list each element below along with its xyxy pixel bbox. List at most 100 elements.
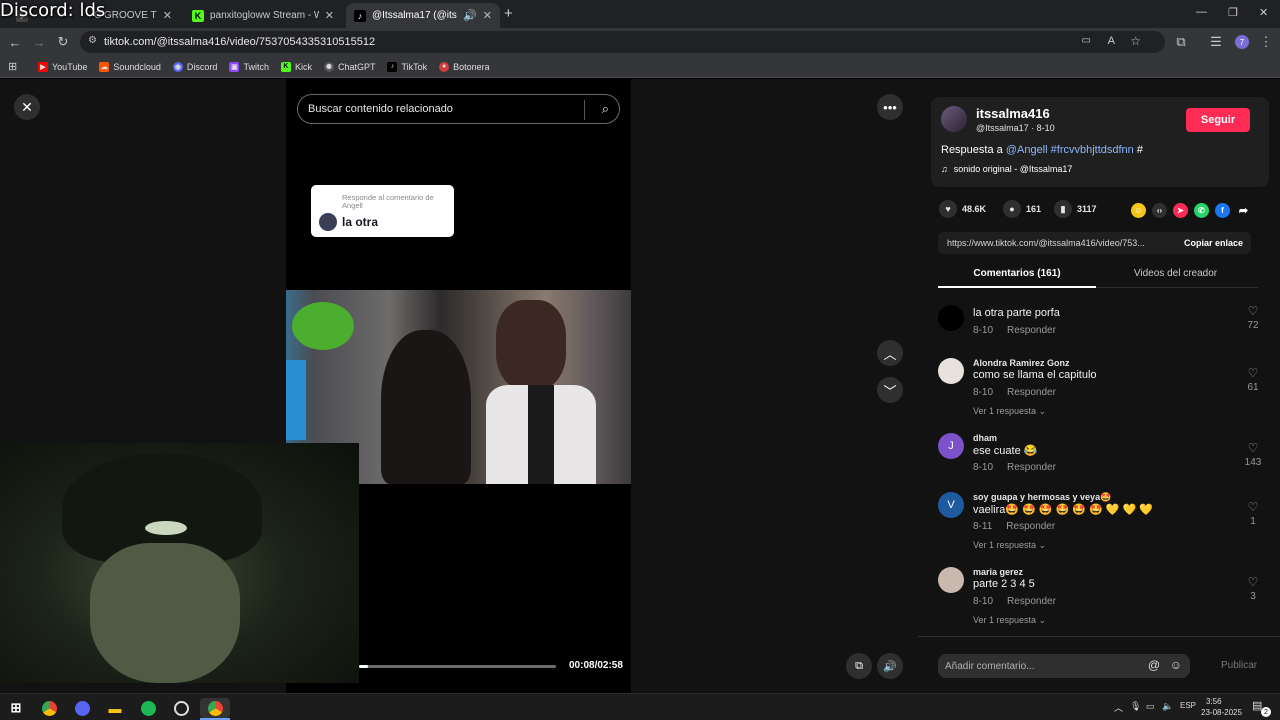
reply-button[interactable]: Responder	[1007, 596, 1056, 607]
emoji-icon[interactable]: ☺	[1170, 658, 1182, 672]
comment-like[interactable]: ♡ 3	[1238, 575, 1268, 602]
network-icon[interactable]: ▭	[1146, 701, 1155, 712]
comment-username[interactable]: maria gerez	[973, 567, 1023, 577]
reply-button[interactable]: Responder	[1007, 325, 1056, 336]
start-windows-icon[interactable]: ⊞	[6, 698, 26, 718]
related-search-input[interactable]: Buscar contenido relacionado ⌕	[297, 94, 620, 124]
browser-tab-2[interactable]: K panxitogloww Stream - Watch L ✕	[184, 3, 342, 28]
copy-link-button[interactable]: Copiar enlace	[1176, 238, 1251, 248]
previous-video-button[interactable]: ︿	[877, 340, 903, 366]
post-sound[interactable]: ♫ sonido original - @Itssalma17	[941, 164, 1072, 174]
tab-comments[interactable]: Comentarios (161)	[938, 268, 1096, 279]
comment-like[interactable]: ♡ 1	[1238, 500, 1268, 527]
file-explorer-icon[interactable]: ▬	[105, 698, 125, 718]
reload-icon[interactable]: ↻	[54, 33, 72, 51]
back-icon[interactable]: ←	[6, 33, 24, 51]
video-progress-bar[interactable]	[359, 665, 556, 668]
reply-button[interactable]: Responder	[1006, 521, 1055, 532]
mini-player-button[interactable]: ⧉	[846, 653, 872, 679]
minimize-window-button[interactable]: —	[1196, 6, 1207, 18]
close-video-button[interactable]: ✕	[14, 94, 40, 120]
tab-creator-videos[interactable]: Videos del creador	[1098, 268, 1253, 279]
translate-icon[interactable]: A	[1108, 35, 1115, 47]
publish-button[interactable]: Publicar	[1221, 660, 1257, 671]
profile-avatar[interactable]: 7	[1235, 35, 1249, 49]
apps-grid-icon[interactable]: ⊞	[8, 60, 17, 73]
comment-like[interactable]: ♡ 72	[1238, 304, 1268, 331]
reply-button[interactable]: Responder	[1007, 387, 1056, 398]
reply-button[interactable]: Responder	[1007, 462, 1056, 473]
like-stat[interactable]: ♥ 48.6K	[939, 200, 986, 218]
comment-stat[interactable]: ● 161	[1003, 200, 1041, 218]
close-window-button[interactable]: ✕	[1259, 6, 1268, 19]
comment-username[interactable]: dham	[973, 433, 997, 443]
share-arrow-icon[interactable]: ➦	[1236, 203, 1251, 218]
chrome-icon[interactable]	[41, 700, 57, 716]
address-bar[interactable]: ⚙ tiktok.com/@itssalma416/video/75370543…	[80, 31, 1165, 53]
facebook-icon[interactable]: f	[1215, 203, 1230, 218]
bookmark-tiktok[interactable]: ♪ TikTok	[387, 61, 427, 72]
save-stat[interactable]: ▮ 3117	[1054, 200, 1097, 218]
comment-like[interactable]: ♡ 61	[1238, 366, 1268, 393]
chrome-active-icon[interactable]	[207, 700, 223, 716]
tray-expand-icon[interactable]: ︿	[1114, 701, 1123, 714]
comment-avatar[interactable]: J	[938, 433, 964, 459]
caption-hashtag[interactable]: #frcvvbhjttdsdfnn	[1051, 144, 1134, 156]
view-replies-button[interactable]: Ver 1 respuesta ⌄	[973, 540, 1046, 551]
person-head-shape	[496, 300, 566, 390]
audio-playing-icon[interactable]: 🔊	[463, 9, 477, 22]
comment-avatar[interactable]	[938, 567, 964, 593]
botonera-icon: ●	[439, 61, 450, 72]
comment-like[interactable]: ♡ 143	[1238, 441, 1268, 468]
view-replies-button[interactable]: Ver 1 respuesta ⌄	[973, 406, 1046, 417]
close-tab-icon[interactable]: ✕	[483, 9, 492, 22]
comment-username[interactable]: soy guapa y hermosas y veya🤩	[973, 492, 1111, 503]
follow-button[interactable]: Seguir	[1186, 108, 1250, 132]
more-options-button[interactable]: •••	[877, 94, 903, 120]
discord-icon[interactable]	[74, 700, 90, 716]
send-icon[interactable]: ➤	[1173, 203, 1188, 218]
close-tab-icon[interactable]: ✕	[325, 9, 334, 22]
comment-input[interactable]: Añadir comentario... @ ☺	[938, 654, 1190, 678]
mention-icon[interactable]: @	[1148, 658, 1160, 672]
forward-icon[interactable]: →	[30, 33, 48, 51]
next-video-button[interactable]: ﹀	[877, 377, 903, 403]
bookmark-chatgpt[interactable]: ✺ ChatGPT	[323, 61, 375, 72]
bookmark-twitch[interactable]: ▣ Twitch	[229, 61, 269, 72]
creator-name[interactable]: itssalma416	[976, 106, 1050, 121]
new-tab-button[interactable]: +	[504, 5, 513, 22]
bookmark-star-icon[interactable]: ☆	[1130, 34, 1141, 48]
creator-avatar[interactable]	[941, 106, 967, 132]
comment-avatar[interactable]	[938, 358, 964, 384]
extensions-icon[interactable]: ⧉	[1172, 33, 1190, 51]
speaker-icon[interactable]: 🔈	[1162, 701, 1173, 712]
microphone-icon[interactable]: 🎙	[1130, 701, 1141, 712]
comment-username[interactable]: Alondra Ramirez Gonz	[973, 358, 1070, 368]
search-icon[interactable]: ⌕	[602, 101, 609, 117]
obs-icon[interactable]	[173, 700, 189, 716]
reading-list-icon[interactable]: ☰	[1207, 33, 1225, 51]
browser-tab-3-active[interactable]: ♪ @Itssalma17 (@itssalma41 🔊 ✕	[346, 3, 500, 28]
comment-avatar[interactable]: V	[938, 492, 964, 518]
bookmark-youtube[interactable]: ▶ YouTube	[38, 61, 87, 72]
coin-share-icon[interactable]: ☺	[1131, 203, 1146, 218]
cast-icon[interactable]: ▭	[1082, 35, 1091, 46]
bookmark-discord[interactable]: ◉ Discord	[172, 61, 217, 72]
clock-time[interactable]: 3:56	[1206, 697, 1222, 706]
clock-date[interactable]: 23-08-2025	[1201, 708, 1242, 717]
caption-mention[interactable]: @Angell	[1006, 144, 1048, 156]
bookmark-kick[interactable]: K Kick	[280, 61, 312, 72]
comment-avatar[interactable]	[938, 305, 964, 331]
bookmark-botonera[interactable]: ● Botonera	[439, 61, 490, 72]
close-tab-icon[interactable]: ✕	[163, 9, 172, 22]
embed-code-icon[interactable]: ‹›	[1152, 203, 1167, 218]
spotify-icon[interactable]	[140, 700, 156, 716]
whatsapp-icon[interactable]: ✆	[1194, 203, 1209, 218]
site-info-icon[interactable]: ⚙	[88, 35, 97, 46]
view-replies-button[interactable]: Ver 1 respuesta ⌄	[973, 615, 1046, 626]
bookmark-soundcloud[interactable]: ☁ Soundcloud	[99, 61, 161, 72]
restore-window-button[interactable]: ❐	[1228, 6, 1238, 19]
volume-button[interactable]: 🔊	[877, 653, 903, 679]
menu-kebab-icon[interactable]: ⋮	[1257, 33, 1275, 51]
language-indicator[interactable]: ESP	[1180, 701, 1196, 710]
